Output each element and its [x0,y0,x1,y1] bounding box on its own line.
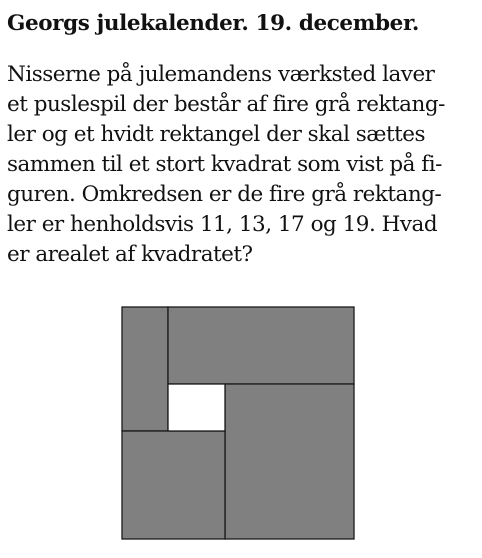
square-puzzle-figure [121,306,355,540]
gray-rectangle-top-left [121,306,169,432]
text-line: Nisserne på julemandens værksted laver [7,62,435,87]
text-line: guren. Omkredsen er de fire grå rektang- [7,182,442,207]
text-line: er arealet af kvadratet? [7,242,253,267]
text-line: ler og et hvidt rektangel der skal sætte… [7,122,426,147]
gray-rectangle-bottom-right [224,383,355,540]
text-line: ler er henholdsvis 11, 13, 17 og 19. Hva… [7,212,438,237]
problem-text: Nisserne på julemandens værksted laver e… [7,60,477,270]
text-line: sammen til et stort kvadrat som vist på … [7,152,442,177]
text-line: et puslespil der består af fire grå rekt… [7,92,445,117]
page-title: Georgs julekalender. 19. december. [7,11,420,36]
gray-rectangle-bottom-left [121,430,226,540]
white-rectangle-center [167,383,226,432]
gray-rectangle-top-right [167,306,355,385]
